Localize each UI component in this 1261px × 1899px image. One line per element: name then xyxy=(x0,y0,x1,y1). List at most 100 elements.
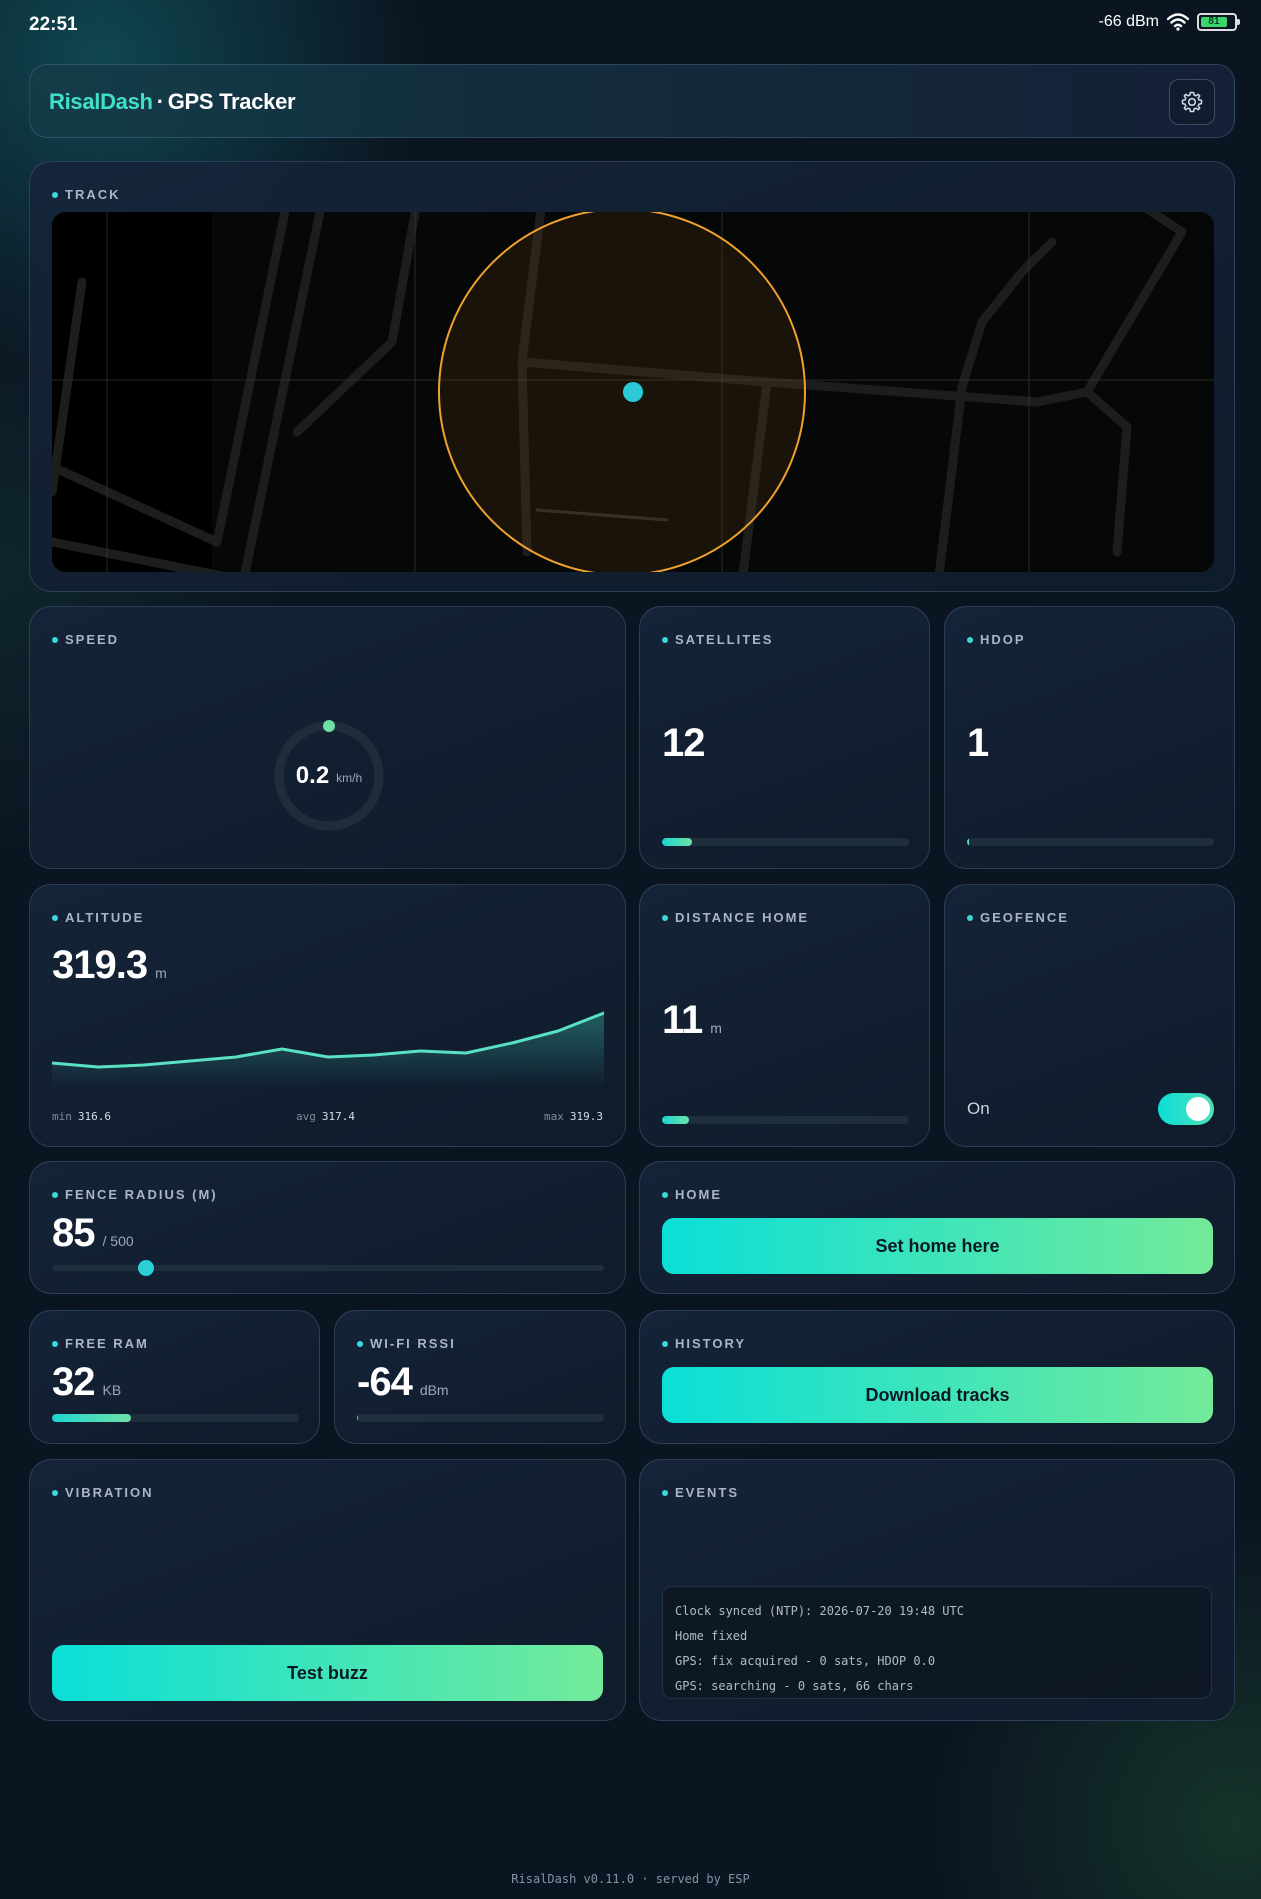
events-log[interactable]: Clock synced (NTP): 2026-07-20 19:48 UTC… xyxy=(662,1586,1212,1699)
bullet-icon xyxy=(52,1340,58,1347)
fence-radius-value: 85 / 500 xyxy=(52,1211,134,1256)
free-ram-bar xyxy=(52,1414,299,1422)
bullet-icon xyxy=(662,1191,668,1198)
wifi-icon xyxy=(1167,13,1189,31)
free-ram-bar-fill xyxy=(52,1414,132,1422)
status-bar: 22:51 -66 dBm 81 xyxy=(0,0,1261,50)
wifi-rssi-value: -64 dBm xyxy=(357,1360,449,1405)
wifi-rssi-bar-fill xyxy=(357,1414,359,1422)
distance-home-value: 11 m xyxy=(662,998,722,1043)
satellites-bar xyxy=(662,838,909,846)
footer: RisalDash v0.11.0 · served by ESP xyxy=(511,1872,750,1886)
bullet-icon xyxy=(52,1489,58,1496)
home-title: HOME xyxy=(662,1187,722,1202)
geofence-title: GEOFENCE xyxy=(967,910,1069,925)
clock: 22:51 xyxy=(29,14,78,35)
bullet-icon xyxy=(52,914,58,921)
satellites-value: 12 xyxy=(662,721,705,765)
satellites-card: SATELLITES 12 xyxy=(639,606,930,869)
log-line: Home fixed xyxy=(675,1629,748,1643)
settings-button[interactable] xyxy=(1169,79,1215,125)
free-ram-number: 32 xyxy=(52,1360,95,1404)
bullet-icon xyxy=(662,636,668,643)
altitude-sparkline xyxy=(52,1011,604,1087)
geofence-card: GEOFENCE On xyxy=(944,884,1235,1147)
geofence-toggle[interactable] xyxy=(1158,1093,1214,1125)
app-header: RisalDash · GPS Tracker xyxy=(29,64,1235,138)
log-line: GPS: fix acquired - 0 sats, HDOP 0.0 xyxy=(675,1654,936,1668)
fence-radius-max: / 500 xyxy=(102,1233,134,1249)
altitude-value: 319.3 m xyxy=(52,943,167,988)
altitude-card: ALTITUDE 319.3 m min 316.6 avg 317.4 max 319… xyxy=(29,884,626,1147)
track-card: TRACK xyxy=(29,161,1235,592)
speed-title: SPEED xyxy=(52,632,119,647)
hdop-card: HDOP 1 xyxy=(944,606,1235,869)
events-title: EVENTS xyxy=(662,1485,739,1500)
speed-readout: 0.2 km/h xyxy=(269,716,389,836)
status-indicators: -66 dBm 81 xyxy=(1098,13,1240,31)
satellites-title: SATELLITES xyxy=(662,632,773,647)
map-canvas[interactable] xyxy=(52,212,1214,572)
bullet-icon xyxy=(967,636,973,643)
signal-strength: -66 dBm xyxy=(1098,13,1159,30)
wifi-rssi-title: WI-FI RSSI xyxy=(357,1336,456,1351)
altitude-number: 319.3 xyxy=(52,943,148,987)
hdop-bar-fill xyxy=(967,838,970,846)
home-card: HOME Set home here xyxy=(639,1161,1235,1294)
fence-radius-title: FENCE RADIUS (M) xyxy=(52,1187,218,1202)
altitude-avg: avg 317.4 xyxy=(296,1110,355,1123)
distance-home-bar xyxy=(662,1116,909,1124)
history-card: HISTORY Download tracks xyxy=(639,1310,1235,1444)
free-ram-card: FREE RAM 32 KB xyxy=(29,1310,320,1444)
wifi-rssi-unit: dBm xyxy=(419,1382,449,1398)
toggle-knob xyxy=(1186,1097,1210,1121)
distance-unit: m xyxy=(710,1020,722,1036)
altitude-max: max 319.3 xyxy=(544,1110,603,1123)
altitude-area xyxy=(52,1013,604,1087)
battery-level: 81 xyxy=(1201,17,1227,27)
speed-unit: km/h xyxy=(336,771,363,785)
battery-icon: 81 xyxy=(1197,13,1240,31)
brand-separator: · xyxy=(156,89,164,114)
free-ram-unit: KB xyxy=(102,1382,122,1398)
fence-radius-card: FENCE RADIUS (M) 85 / 500 xyxy=(29,1161,626,1294)
altitude-title: ALTITUDE xyxy=(52,910,144,925)
track-title: TRACK xyxy=(52,187,121,202)
bullet-icon xyxy=(357,1340,363,1347)
log-line: GPS: searching - 0 sats, 66 chars xyxy=(675,1679,914,1693)
bullet-icon xyxy=(662,1340,668,1347)
fence-radius-number: 85 xyxy=(52,1211,95,1255)
history-title: HISTORY xyxy=(662,1336,746,1351)
altitude-min: min 316.6 xyxy=(52,1110,111,1123)
satellites-bar-fill xyxy=(662,838,692,846)
distance-number: 11 xyxy=(662,998,703,1042)
hdop-title: HDOP xyxy=(967,632,1026,647)
wifi-rssi-number: -64 xyxy=(357,1360,413,1404)
gear-icon xyxy=(1181,91,1203,113)
download-tracks-button[interactable]: Download tracks xyxy=(662,1367,1213,1423)
bullet-icon xyxy=(52,1191,58,1198)
hdop-value: 1 xyxy=(967,721,989,765)
fence-radius-slider[interactable] xyxy=(52,1260,604,1276)
bullet-icon xyxy=(967,914,973,921)
geofence-label: On xyxy=(967,1099,990,1118)
free-ram-title: FREE RAM xyxy=(52,1336,149,1351)
log-line: Clock synced (NTP): 2026-07-20 19:48 UTC xyxy=(675,1604,964,1618)
fence-radius-slider-thumb[interactable] xyxy=(137,1260,154,1276)
track-map[interactable] xyxy=(52,212,1214,572)
bullet-icon xyxy=(662,914,668,921)
page-title: GPS Tracker xyxy=(167,89,296,114)
set-home-button[interactable]: Set home here xyxy=(662,1218,1213,1274)
hdop-bar xyxy=(967,838,1214,846)
speed-value: 0.2 xyxy=(295,762,330,789)
geofence-circle xyxy=(438,212,806,572)
vibration-card: VIBRATION Test buzz xyxy=(29,1459,626,1721)
distance-home-bar-fill xyxy=(662,1116,690,1124)
distance-home-card: DISTANCE HOME 11 m xyxy=(639,884,930,1147)
speed-card: SPEED 0.2 km/h xyxy=(29,606,626,869)
brand-name: RisalDash xyxy=(49,89,153,114)
bullet-icon xyxy=(52,191,58,198)
vibration-title: VIBRATION xyxy=(52,1485,154,1500)
test-buzz-button[interactable]: Test buzz xyxy=(52,1645,603,1701)
altitude-unit: m xyxy=(155,965,167,981)
